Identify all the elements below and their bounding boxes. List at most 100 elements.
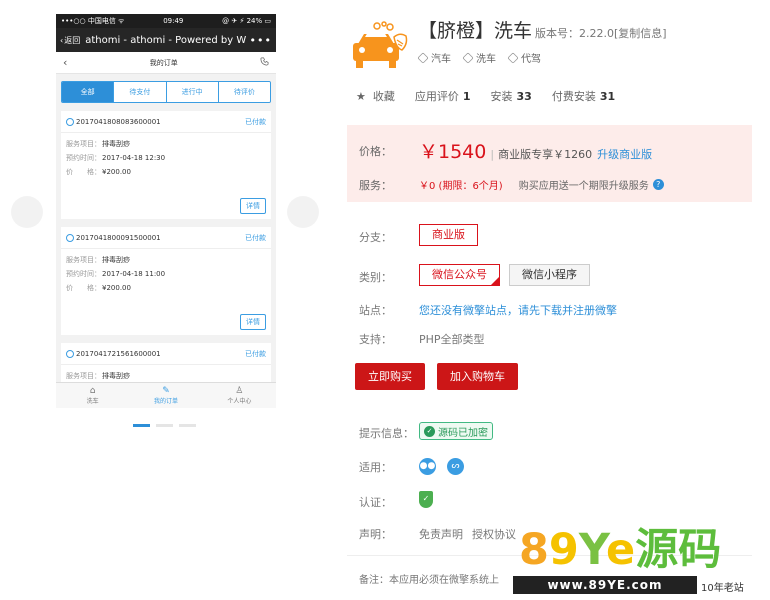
order-status: 已付款 xyxy=(245,117,266,126)
branch-option-business[interactable]: 商业版 xyxy=(419,224,478,246)
phone-tab-bar: ⌂ 洗车 ✎ 我的订单 ♙ 个人中心 xyxy=(56,382,276,408)
tag-car[interactable]: 汽车 xyxy=(417,50,451,65)
service-value: 排毒刮痧 xyxy=(102,256,130,264)
service-value: 排毒刮痧 xyxy=(102,140,130,148)
nav-back-button[interactable]: ‹ 返回 xyxy=(60,35,80,46)
price-value: ￥1540 xyxy=(419,141,487,163)
mini-program-icon: ᔕ xyxy=(447,458,464,475)
watermark-char: e xyxy=(606,525,636,575)
date-label: 预约时间： xyxy=(66,154,101,162)
add-to-cart-button[interactable]: 加入购物车 xyxy=(437,363,518,390)
car-wash-logo-icon xyxy=(350,20,410,72)
app-bar-title: 我的订单 xyxy=(149,58,178,67)
order-detail-button[interactable]: 详情 xyxy=(240,314,266,330)
footer-tab-label: 我的订单 xyxy=(153,398,178,405)
order-detail-button[interactable]: 详情 xyxy=(240,198,266,214)
watermark-tag: 10年老站 xyxy=(701,583,744,594)
home-icon: ⌂ xyxy=(89,386,96,396)
service-value: 排毒刮痧 xyxy=(102,372,130,380)
register-site-link[interactable]: 您还没有微擎站点，请先下载并注册微擎 xyxy=(419,302,617,318)
encrypted-badge-label: 源码已加密 xyxy=(438,427,488,439)
install-count: 33 xyxy=(516,90,532,103)
app-version[interactable]: 版本号：2.22.0[复制信息] xyxy=(535,27,667,40)
support-value: PHP全部类型 xyxy=(419,333,485,346)
remark-text: 备注：本应用必须在微擎系统上 xyxy=(359,575,499,586)
carousel-dot[interactable] xyxy=(133,424,150,427)
order-number: 2017041808083600001 xyxy=(76,117,161,126)
tab-pending-review[interactable]: 待评价 xyxy=(218,82,270,102)
tab-in-progress[interactable]: 进行中 xyxy=(166,82,219,102)
order-number: 2017041721561600001 xyxy=(76,349,161,358)
tag-label: 汽车 xyxy=(431,54,451,65)
carousel-next-button[interactable] xyxy=(287,196,319,228)
phone-nav-bar: ‹ 返回 athomi - athomi - Powered by W... •… xyxy=(56,28,276,52)
rating-stat[interactable]: 应用评价 1 xyxy=(415,88,471,104)
order-icon xyxy=(66,349,74,358)
business-price: 商业版专享￥1260 xyxy=(498,148,593,161)
carousel-dot[interactable] xyxy=(156,424,173,427)
service-label: 服务项目： xyxy=(66,140,101,148)
service-value: ￥0 (期限：6个月) xyxy=(419,181,503,192)
watermark-char: 9 xyxy=(548,525,579,575)
footer-tab-orders[interactable]: ✎ 我的订单 xyxy=(129,383,202,408)
tag-label: 代驾 xyxy=(521,54,541,65)
footer-tab-profile[interactable]: ♙ 个人中心 xyxy=(203,383,276,408)
date-label: 预约时间： xyxy=(66,270,101,278)
date-value: 2017-04-18 12:30 xyxy=(102,154,166,162)
order-icon xyxy=(66,117,74,126)
tag-icon xyxy=(417,51,429,64)
declaration-label: 声明： xyxy=(359,528,392,541)
more-icon[interactable]: ••• xyxy=(250,34,272,47)
encrypted-badge: ✓ 源码已加密 xyxy=(419,422,493,440)
service-label: 服务项目： xyxy=(66,256,101,264)
site-label: 站点： xyxy=(359,304,392,317)
favorite-button[interactable]: ★ 收藏 xyxy=(356,88,395,104)
footer-tab-label: 个人中心 xyxy=(227,398,252,405)
phone-app-bar: ‹ 我的订单 xyxy=(56,52,276,74)
tab-all[interactable]: 全部 xyxy=(62,82,115,102)
edit-icon: ✎ xyxy=(162,386,170,396)
nav-back-label: 返回 xyxy=(64,35,81,45)
phone-status-bar: •••○○ 中国电信 ᯤ 09:49 @ ✈ ⚡ 24% ▭ xyxy=(56,14,276,28)
tag-driver[interactable]: 代驾 xyxy=(507,50,541,65)
help-icon[interactable]: ? xyxy=(652,179,664,190)
phone-preview: •••○○ 中国电信 ᯤ 09:49 @ ✈ ⚡ 24% ▭ ‹ 返回 atho… xyxy=(56,14,276,408)
check-circle-icon: ✓ xyxy=(424,425,435,437)
tag-wash[interactable]: 洗车 xyxy=(462,50,496,65)
chevron-left-icon: ‹ xyxy=(60,35,64,45)
tab-pending-payment[interactable]: 待支付 xyxy=(114,82,167,102)
shield-icon: ✓ xyxy=(419,491,433,508)
install-label: 安装 xyxy=(490,90,513,103)
price-panel: 价格： ￥1540 | 商业版专享￥1260 升级商业版 服务： ￥0 (期限：… xyxy=(347,125,752,202)
order-status: 已付款 xyxy=(245,233,266,242)
date-value: 2017-04-18 11:00 xyxy=(102,270,166,278)
price-label: 价格： xyxy=(359,145,392,158)
status-carrier: •••○○ 中国电信 ᯤ xyxy=(61,17,125,25)
phone-icon[interactable] xyxy=(260,57,269,68)
wechat-icon: ●● xyxy=(419,458,436,475)
footer-tab-wash[interactable]: ⌂ 洗车 xyxy=(56,383,129,408)
chevron-left-icon[interactable]: ‹ xyxy=(63,56,67,69)
order-number: 2017041800091500001 xyxy=(76,233,161,242)
carousel-prev-button[interactable] xyxy=(11,196,43,228)
disclaimer-link[interactable]: 免责声明 xyxy=(419,526,463,542)
branch-label: 分支： xyxy=(359,231,392,244)
watermark-char: 8 xyxy=(519,525,549,575)
apply-label: 适用： xyxy=(359,461,392,474)
rating-label: 应用评价 xyxy=(414,90,459,103)
category-option-wechat-official[interactable]: 微信公众号 ✓ xyxy=(419,264,500,286)
user-icon: ♙ xyxy=(235,386,244,396)
carousel-dot[interactable] xyxy=(179,424,196,427)
watermark-logo: 89Ye源码 www.89YE.com 10年老站 xyxy=(513,523,767,597)
hint-label: 提示信息： xyxy=(359,427,414,440)
buy-now-button[interactable]: 立即购买 xyxy=(355,363,425,390)
install-stat: 安装 33 xyxy=(491,88,532,104)
paid-install-label: 付费安装 xyxy=(551,90,596,103)
watermark-char: 源码 xyxy=(635,525,722,575)
upgrade-business-link[interactable]: 升级商业版 xyxy=(597,146,652,162)
price-value: ¥200.00 xyxy=(102,284,131,292)
service-label: 服务项目： xyxy=(66,372,101,380)
category-option-wechat-mini[interactable]: 微信小程序 xyxy=(509,264,590,286)
tag-label: 洗车 xyxy=(476,54,496,65)
license-link[interactable]: 授权协议 xyxy=(472,526,516,542)
